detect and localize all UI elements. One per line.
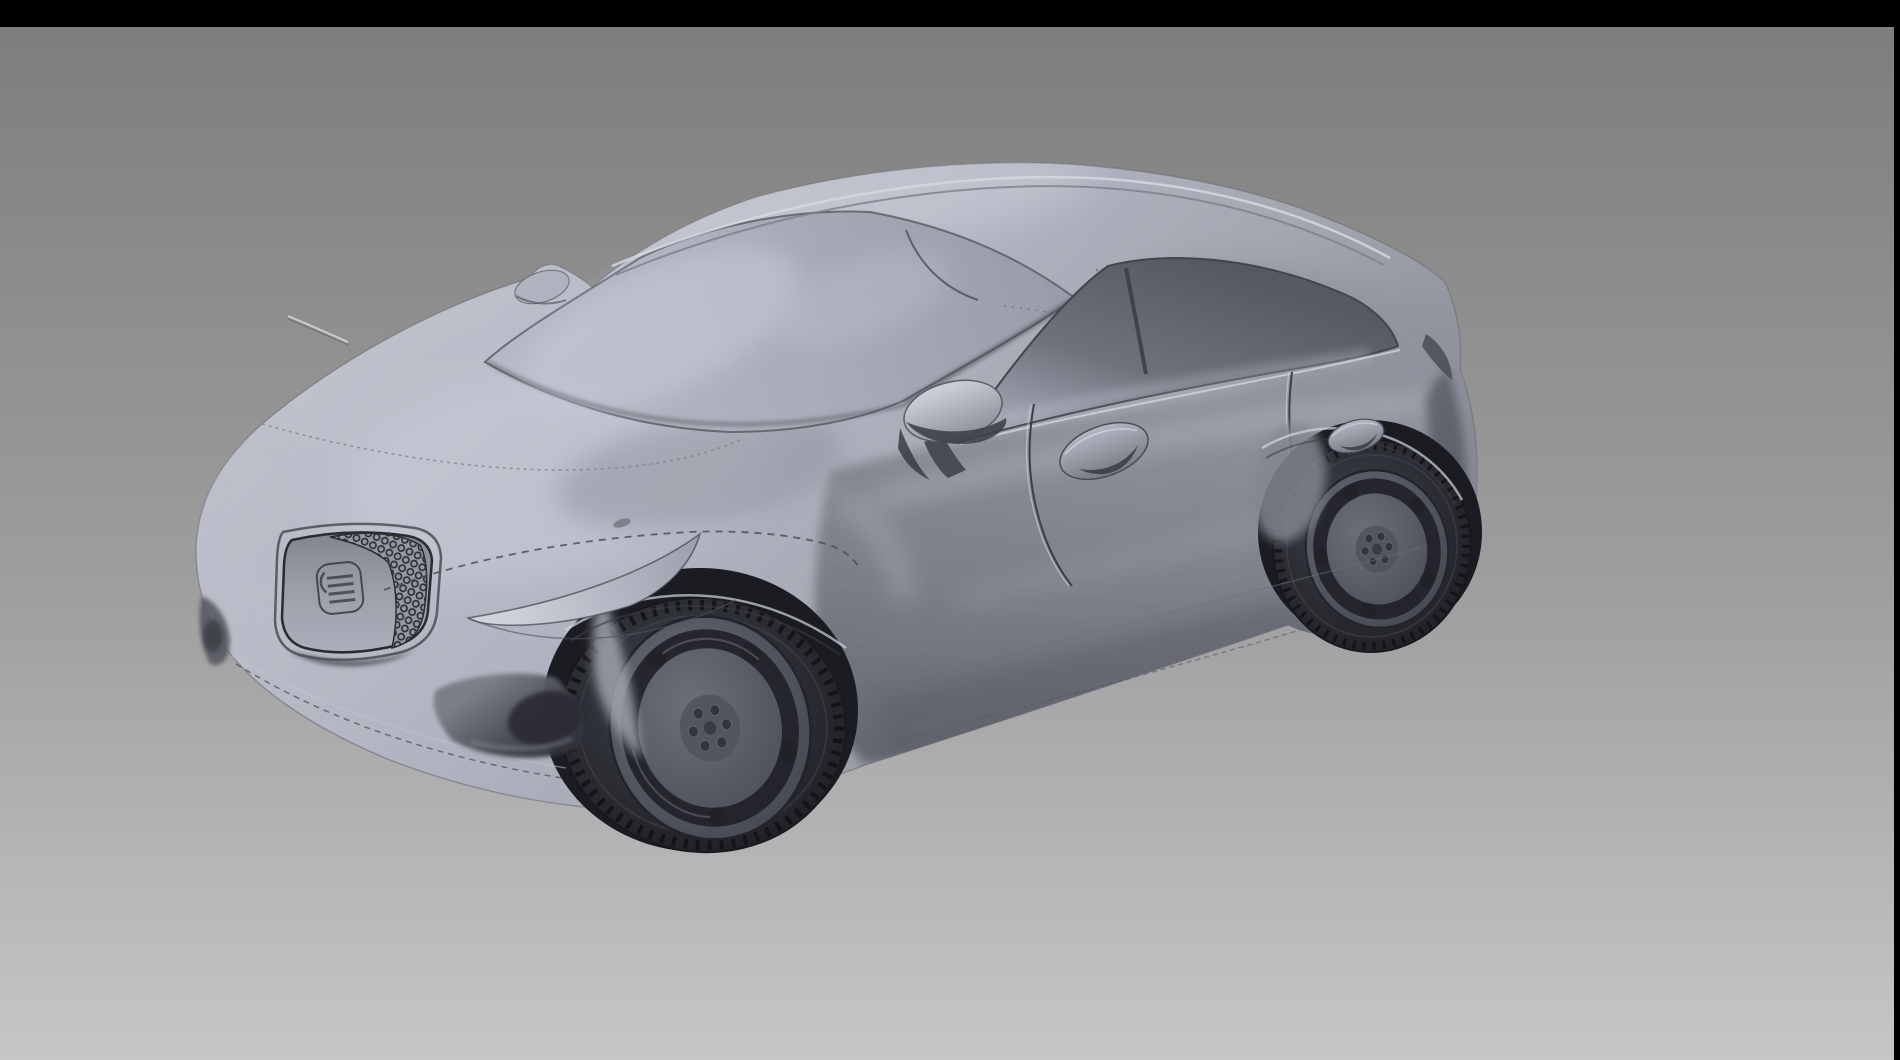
viewport-canvas[interactable] [0, 0, 1900, 1060]
car-model [196, 123, 1482, 867]
grille [275, 524, 441, 667]
letterbox-right-bar [1894, 0, 1900, 1060]
cad-viewport[interactable]: 3D CAD viewport render of a silver-grey … [0, 0, 1900, 1060]
nose-vent-shadow [203, 620, 223, 652]
letterbox-top-bar [0, 0, 1900, 27]
fender-crease-shadow [288, 319, 348, 345]
fender-crease [288, 316, 348, 342]
